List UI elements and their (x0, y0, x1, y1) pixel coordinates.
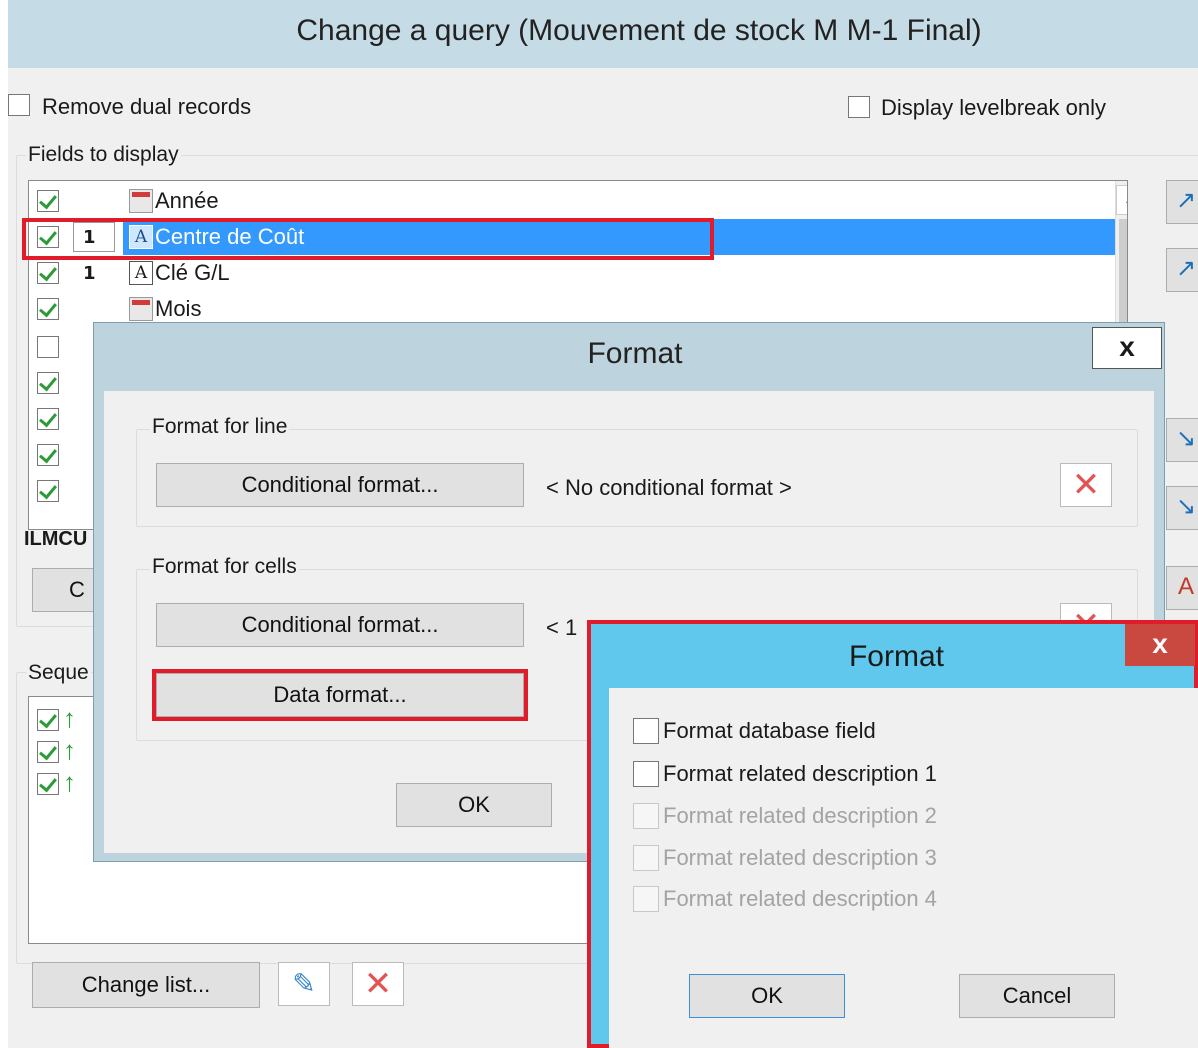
field-label: Année (155, 188, 219, 213)
field-checkbox[interactable] (37, 444, 59, 466)
change-list-button[interactable]: Change list... (32, 962, 260, 1008)
display-levelbreak-checkbox[interactable] (848, 96, 870, 118)
data-format-highlight (152, 669, 528, 721)
data-format-dialog: Format x Format database field Format re… (587, 620, 1198, 1048)
scroll-up-arrow-icon[interactable]: ˄ (1116, 185, 1127, 215)
format-related-description-3-checkbox (633, 845, 659, 871)
close-icon[interactable]: x (1125, 624, 1195, 666)
window-title: Change a query (Mouvement de stock M M-1… (296, 14, 982, 47)
field-checkbox[interactable] (37, 190, 59, 212)
title-bar: Change a query (Mouvement de stock M M-1… (8, 0, 1198, 68)
format-option-label: Format related description 4 (663, 886, 937, 911)
move-bottom-arrow-icon[interactable]: ↘ (1166, 486, 1198, 530)
field-code-label: ILMCU (24, 528, 88, 550)
date-field-icon (129, 297, 153, 321)
sort-az-icon[interactable]: A (1166, 566, 1198, 610)
field-checkbox[interactable] (37, 408, 59, 430)
format-dialog-title: Format (587, 337, 683, 370)
data-format-cancel-button[interactable]: Cancel (959, 974, 1115, 1018)
remove-dual-records-checkbox[interactable] (8, 94, 30, 116)
field-checkbox[interactable] (37, 262, 59, 284)
close-icon[interactable]: x (1092, 327, 1162, 369)
format-for-line-label: Format for line (150, 415, 290, 439)
sequence-checkbox[interactable] (37, 709, 59, 731)
field-label: Clé G/L (155, 260, 230, 285)
ascending-arrow-icon: ↑ (63, 703, 76, 733)
field-checkbox[interactable] (37, 336, 59, 358)
sequence-label: Seque (26, 661, 91, 685)
display-levelbreak-label: Display levelbreak only (881, 95, 1106, 120)
format-related-description-2-checkbox (633, 803, 659, 829)
selected-row-highlight (22, 218, 714, 260)
delete-x-icon[interactable]: ✕ (352, 962, 404, 1006)
format-database-field-checkbox[interactable] (633, 718, 659, 744)
line-conditional-format-button[interactable]: Conditional format... (156, 463, 524, 507)
remove-dual-records-label: Remove dual records (42, 94, 252, 119)
move-up-arrow-icon[interactable]: ↗ (1166, 248, 1198, 292)
field-row[interactable]: 1 A Clé G/L (29, 255, 1115, 291)
cells-conditional-status: < 1 (546, 615, 578, 640)
date-field-icon (129, 189, 153, 213)
text-field-icon: A (129, 261, 153, 285)
sequence-checkbox[interactable] (37, 773, 59, 795)
format-ok-button[interactable]: OK (396, 783, 552, 827)
line-delete-icon[interactable]: ✕ (1060, 463, 1112, 507)
field-level-number: 1 (83, 263, 96, 284)
format-option-label: Format database field (663, 718, 876, 743)
format-option-label: Format related description 3 (663, 845, 937, 870)
format-related-description-1-checkbox[interactable] (633, 761, 659, 787)
move-top-arrow-icon[interactable]: ↗ (1166, 180, 1198, 224)
data-format-dialog-title: Format (848, 640, 944, 673)
fields-to-display-label: Fields to display (26, 143, 181, 167)
field-checkbox[interactable] (37, 298, 59, 320)
line-conditional-status: < No conditional format > (546, 475, 792, 500)
cells-conditional-format-button[interactable]: Conditional format... (156, 603, 524, 647)
field-checkbox[interactable] (37, 372, 59, 394)
field-label: Mois (155, 296, 202, 321)
field-row[interactable]: Année (29, 183, 1115, 219)
data-format-ok-button[interactable]: OK (689, 974, 845, 1018)
format-option-label: Format related description 2 (663, 803, 937, 828)
pencil-edit-icon[interactable]: ✎ (278, 962, 330, 1006)
format-related-description-4-checkbox (633, 886, 659, 912)
format-for-cells-label: Format for cells (150, 555, 299, 579)
data-format-dialog-body: Format database field Format related des… (609, 688, 1198, 1048)
ascending-arrow-icon: ↑ (63, 767, 76, 797)
ascending-arrow-icon: ↑ (63, 735, 76, 765)
field-checkbox[interactable] (37, 480, 59, 502)
move-down-arrow-icon[interactable]: ↘ (1166, 418, 1198, 462)
sequence-checkbox[interactable] (37, 741, 59, 763)
format-option-label: Format related description 1 (663, 761, 937, 786)
